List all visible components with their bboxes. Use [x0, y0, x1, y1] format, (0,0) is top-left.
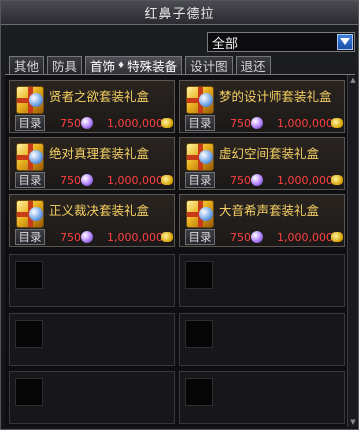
npc-shop-window: 红鼻子德拉 全部 其他 防具 首饰 ♦ 特殊装备 设计图 退还 贤者之欲套装礼盒… [0, 0, 359, 430]
catalog-button[interactable]: 目录 [15, 172, 45, 188]
empty-icon-slot [15, 378, 43, 406]
item-name: 绝对真理套装礼盒 [49, 146, 150, 161]
empty-icon-slot [15, 320, 43, 348]
catalog-button[interactable]: 目录 [185, 172, 215, 188]
item-card[interactable]: 贤者之欲套装礼盒 目录 750 1,000,000 [9, 80, 175, 133]
catalog-button[interactable]: 目录 [15, 229, 45, 245]
catalog-button[interactable]: 目录 [15, 115, 45, 131]
item-gold: 1,000,000 [107, 117, 163, 130]
empty-item-slot [9, 371, 175, 424]
item-card[interactable]: 梦的设计师套装礼盒 目录 750 1,000,000 [179, 80, 345, 133]
tab-accessory-label: 首饰 [90, 59, 116, 74]
shop-tabs: 其他 防具 首饰 ♦ 特殊装备 设计图 退还 [9, 56, 271, 74]
currency-orb-icon [81, 117, 93, 129]
item-card[interactable]: 正义裁决套装礼盒 目录 750 1,000,000 [9, 194, 175, 247]
item-price: 750 [230, 231, 251, 244]
scroll-up-icon[interactable]: ▲ [348, 75, 358, 85]
gold-coin-icon [161, 175, 173, 185]
gold-coin-icon [331, 232, 343, 242]
empty-icon-slot [185, 320, 213, 348]
tab-armor[interactable]: 防具 [47, 56, 83, 74]
currency-orb-icon [251, 117, 263, 129]
category-filter-dropdown[interactable]: 全部 [207, 32, 355, 52]
gold-coin-icon [161, 232, 173, 242]
item-price: 750 [60, 174, 81, 187]
gift-box-icon [186, 143, 214, 171]
item-card[interactable]: 大音希声套装礼盒 目录 750 1,000,000 [179, 194, 345, 247]
item-gold: 1,000,000 [107, 231, 163, 244]
scroll-down-icon[interactable]: ▼ [348, 417, 358, 427]
item-gold: 1,000,000 [277, 117, 333, 130]
list-scrollbar[interactable]: ▲ ▼ [347, 75, 358, 427]
item-name: 正义裁决套装礼盒 [49, 203, 150, 218]
currency-orb-icon [251, 174, 263, 186]
item-price: 750 [60, 117, 81, 130]
item-gold: 1,000,000 [107, 174, 163, 187]
item-price: 750 [230, 174, 251, 187]
item-list-panel: 贤者之欲套装礼盒 目录 750 1,000,000 梦的设计师套装礼盒 目录 7… [5, 75, 347, 427]
item-name: 虚幻空间套装礼盒 [219, 146, 320, 161]
gift-box-icon [16, 86, 44, 114]
empty-item-slot [179, 313, 345, 366]
currency-orb-icon [81, 174, 93, 186]
item-name: 贤者之欲套装礼盒 [49, 89, 150, 104]
gift-box-icon [16, 143, 44, 171]
empty-icon-slot [15, 261, 43, 289]
tab-refund[interactable]: 退还 [235, 56, 271, 74]
window-title: 红鼻子德拉 [1, 1, 358, 25]
gift-box-icon [16, 200, 44, 228]
gift-box-icon [186, 86, 214, 114]
gift-box-icon [186, 200, 214, 228]
item-name: 大音希声套装礼盒 [219, 203, 320, 218]
tab-blueprint[interactable]: 设计图 [185, 56, 233, 74]
catalog-button[interactable]: 目录 [185, 229, 215, 245]
empty-icon-slot [185, 261, 213, 289]
catalog-button[interactable]: 目录 [185, 115, 215, 131]
gold-coin-icon [161, 118, 173, 128]
item-gold: 1,000,000 [277, 231, 333, 244]
empty-icon-slot [185, 378, 213, 406]
item-card[interactable]: 虚幻空间套装礼盒 目录 750 1,000,000 [179, 137, 345, 190]
empty-item-slot [179, 254, 345, 307]
empty-item-slot [9, 313, 175, 366]
currency-orb-icon [251, 231, 263, 243]
gold-coin-icon [331, 175, 343, 185]
tab-special-label: 特殊装备 [127, 59, 178, 74]
separator-drop-icon: ♦ [117, 60, 126, 71]
item-name: 梦的设计师套装礼盒 [219, 89, 332, 104]
item-price: 750 [60, 231, 81, 244]
tab-other[interactable]: 其他 [9, 56, 45, 74]
currency-orb-icon [81, 231, 93, 243]
filter-selected-value: 全部 [212, 36, 239, 52]
empty-item-slot [179, 371, 345, 424]
empty-item-slot [9, 254, 175, 307]
chevron-down-icon[interactable] [337, 34, 353, 50]
gold-coin-icon [331, 118, 343, 128]
item-price: 750 [230, 117, 251, 130]
tab-accessory-special[interactable]: 首饰 ♦ 特殊装备 [85, 56, 183, 74]
item-gold: 1,000,000 [277, 174, 333, 187]
item-card[interactable]: 绝对真理套装礼盒 目录 750 1,000,000 [9, 137, 175, 190]
